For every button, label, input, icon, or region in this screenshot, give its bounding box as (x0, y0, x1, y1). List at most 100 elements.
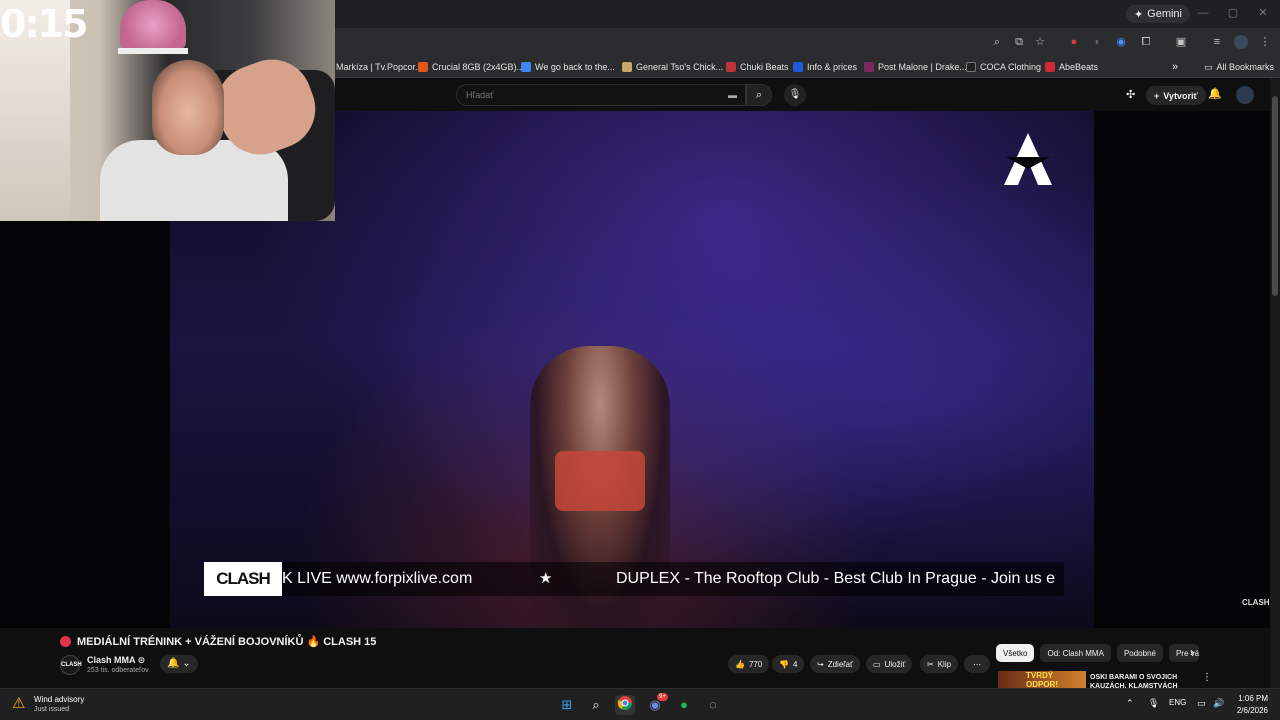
chip-for-you[interactable]: Pre vás (1168, 644, 1199, 662)
menu-kebab-icon[interactable]: ⋮ (1258, 35, 1272, 49)
bookmarks-overflow-icon[interactable]: » (1172, 59, 1178, 75)
dislike-count: 4 (792, 659, 798, 669)
bookmark-item[interactable]: Chuki Beats (726, 59, 789, 75)
gemini-button[interactable]: ✦ Gemini (1125, 5, 1190, 23)
warning-weather-icon[interactable]: ⚠ (12, 694, 32, 714)
search-box[interactable]: ▬ (456, 84, 746, 106)
media-control-icon[interactable]: ≡ (1210, 35, 1224, 49)
more-vertical-icon[interactable]: ⋮ (1202, 672, 1212, 683)
webcam-plush-toy (120, 0, 186, 50)
side-panel-icon[interactable]: ▣ (1174, 35, 1188, 49)
account-avatar[interactable] (1236, 86, 1254, 104)
sparkle-icon: ✦ (1133, 8, 1144, 21)
profile-avatar[interactable] (1234, 35, 1248, 49)
channel-name[interactable]: Clash MMA ⊙ (87, 655, 145, 666)
chrome-icon[interactable] (615, 695, 635, 715)
search-input[interactable] (457, 85, 745, 105)
bookmark-label: Crucial 8GB (2x4GB)... (432, 62, 525, 72)
bookmark-favicon (793, 62, 803, 72)
maximize-icon[interactable]: ▢ (1226, 6, 1240, 20)
bookmark-item[interactable]: General Tso's Chick... (622, 59, 723, 75)
ticker-logo: CLASH (204, 562, 282, 596)
extensions-puzzle-icon[interactable]: ⧠ (1139, 35, 1153, 49)
install-app-icon[interactable]: ⧉ (1012, 35, 1026, 49)
bookmark-label: AbeBeats (1059, 62, 1099, 72)
bookmark-label: Chuki Beats (740, 62, 789, 72)
bookmark-favicon (418, 62, 428, 72)
more-actions-button[interactable]: ⋯ (964, 655, 990, 673)
spotify-icon[interactable]: ● (674, 695, 694, 715)
save-playlist-icon: ▭ (873, 659, 881, 669)
scissors-icon: ✂ (927, 659, 934, 669)
app-icon[interactable]: ◌ (703, 695, 723, 715)
start-windows-icon[interactable]: ⊞ (557, 695, 577, 715)
webcam-person-head (152, 60, 224, 155)
video-frame-fighter-top (555, 451, 645, 511)
bookmark-favicon (966, 62, 976, 72)
microphone-icon[interactable]: 🎙 (1148, 698, 1159, 709)
dislike-button[interactable]: 👎 4 (772, 655, 805, 673)
create-button[interactable]: + Vytvoriť (1146, 86, 1206, 105)
discord-badge: 9+ (657, 693, 668, 701)
save-button[interactable]: ▭ Uložiť (866, 655, 913, 673)
bookmark-item[interactable]: Post Malone | Drake... (864, 59, 967, 75)
bookmark-label: Markíza | Tv.Popcor... (336, 62, 423, 72)
thumbs-up-icon: 👍 (735, 659, 745, 669)
bookmark-item[interactable]: Crucial 8GB (2x4GB)... (418, 59, 524, 75)
bookmark-item[interactable]: AbeBeats (1045, 59, 1098, 75)
bookmark-item[interactable]: COCA Clothing (966, 59, 1041, 75)
all-bookmarks-button[interactable]: ▭ All Bookmarks (1204, 59, 1274, 75)
extension-blue-icon[interactable]: ◉ (1114, 35, 1128, 49)
channel-watermark[interactable]: CLASH (1242, 598, 1270, 607)
notification-bell-button[interactable]: 🔔 ⌄ (160, 655, 198, 673)
close-icon[interactable]: ✕ (1256, 6, 1270, 20)
bookmark-star-icon[interactable]: ☆ (1033, 35, 1047, 49)
chevron-up-icon[interactable]: ⌃ (1126, 698, 1134, 709)
clock-time[interactable]: 1:06 PM (1228, 694, 1268, 703)
zoom-icon[interactable]: ⌕ (990, 35, 1004, 49)
clip-button[interactable]: ✂ Klip (920, 655, 959, 673)
bookmark-favicon (864, 62, 874, 72)
extension-gray-icon[interactable]: ◗ (1090, 35, 1104, 49)
extension-icon[interactable]: ✣ (1126, 88, 1135, 101)
more-horizontal-icon: ⋯ (973, 659, 981, 669)
chip-related[interactable]: Podobné (1116, 644, 1163, 662)
bookmark-item[interactable]: We go back to the... (521, 59, 615, 75)
windows-taskbar: ⚠ Wind advisory Just issued ⊞ ⌕ ◉ 9+ ● ◌ … (0, 688, 1280, 720)
google-favicon (521, 62, 531, 72)
language-indicator[interactable]: ENG (1169, 698, 1186, 707)
weather-title[interactable]: Wind advisory (34, 695, 84, 704)
channel-avatar[interactable]: CLASH (60, 655, 82, 675)
create-label: Vytvoriť (1163, 90, 1198, 101)
chip-from-channel[interactable]: Od: Clash MMA (1040, 644, 1111, 662)
display-icon[interactable]: ▭ (1197, 698, 1206, 709)
search-icon[interactable]: ⌕ (586, 695, 606, 715)
video-title-row: MEDIÁLNÍ TRÉNINK + VÁŽENÍ BOJOVNÍKŮ 🔥 CL… (60, 633, 376, 649)
search-button[interactable]: ⌕ (746, 84, 772, 106)
scrollbar-thumb[interactable] (1272, 96, 1278, 296)
search-icon: ⌕ (755, 89, 763, 101)
bookmark-favicon (726, 62, 736, 72)
clock-date[interactable]: 2/6/2026 (1228, 706, 1268, 715)
extension-red-icon[interactable]: ● (1067, 35, 1081, 49)
discord-icon[interactable]: ◉ 9+ (645, 693, 668, 715)
bookmark-favicon (622, 62, 632, 72)
gemini-label: Gemini (1147, 8, 1182, 20)
chevron-right-icon[interactable]: › (1190, 645, 1194, 659)
keyboard-icon[interactable]: ▬ (728, 90, 737, 100)
bookmark-item[interactable]: Info & prices (793, 59, 857, 75)
bell-icon[interactable]: 🔔 (1208, 87, 1222, 100)
chip-all[interactable]: Všetko (996, 644, 1035, 662)
video-title: MEDIÁLNÍ TRÉNINK + VÁŽENÍ BOJOVNÍKŮ 🔥 CL… (77, 635, 377, 648)
minimize-icon[interactable]: — (1196, 6, 1210, 20)
voice-search-button[interactable]: 🎙 (784, 84, 806, 106)
like-button[interactable]: 👍 770 (728, 655, 770, 673)
related-filter-chips: Všetko Od: Clash MMA Podobné Pre vás (996, 644, 1199, 662)
like-count: 770 (748, 659, 763, 669)
chevron-down-icon: ⌄ (179, 658, 191, 669)
recommended-thumbnail[interactable]: TVRDÝ ODPOR! (998, 671, 1086, 689)
volume-icon[interactable]: 🔊 (1213, 698, 1224, 709)
video-ticker: CLASH K LIVE www.forpixlive.com ★ DUPLEX… (204, 562, 1064, 596)
bookmark-item[interactable]: Markíza | Tv.Popcor... (336, 59, 423, 75)
share-button[interactable]: ↪ Zdieľať (810, 655, 861, 673)
